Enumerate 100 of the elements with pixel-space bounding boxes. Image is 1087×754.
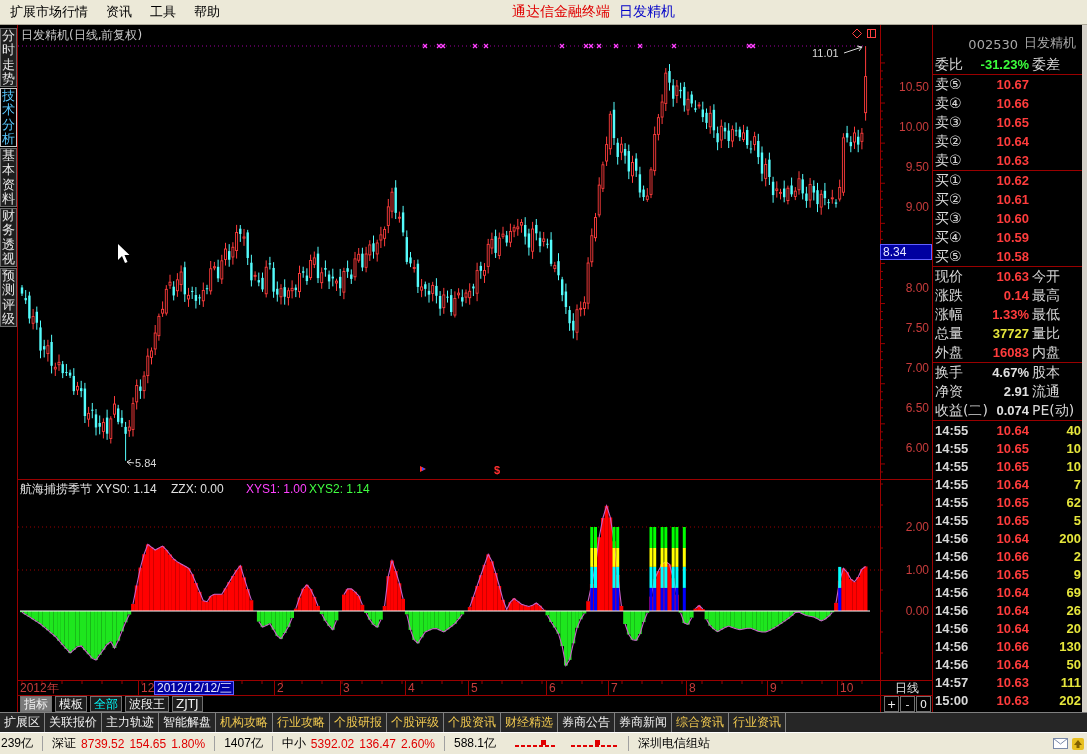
tick-time: 14:55 (935, 476, 969, 492)
negative-histogram-area (623, 611, 650, 641)
side-tab[interactable]: 预测评级 (0, 268, 17, 327)
quote-label: 收益(二) (935, 401, 988, 420)
tick-volume: 40 (1066, 422, 1082, 438)
tick-volume: 50 (1066, 656, 1082, 672)
tick-volume: 10 (1066, 458, 1082, 474)
quote-value: -31.23% (980, 57, 1029, 72)
cursor-date-label: 2012/12/12/三 (154, 681, 234, 695)
tick-price: 10.65 (996, 458, 1029, 474)
quote-value: 10.66 (996, 96, 1029, 111)
quote-value: 10.61 (996, 192, 1029, 207)
quote-label: 量比 (1032, 324, 1060, 343)
price-axis-label: 7.50 (905, 320, 929, 335)
quote-label: 买⑤ (935, 247, 962, 266)
side-tab[interactable]: 技术分析 (0, 88, 17, 147)
indicator-axis-label: 1.00 (905, 563, 929, 577)
menu-item[interactable]: 扩展市场行情 (10, 3, 88, 21)
app-title: 通达信金融终端 (512, 3, 610, 21)
tick-time: 14:55 (935, 494, 969, 510)
quote-label: 总量 (935, 324, 963, 343)
tick-volume: 9 (1073, 566, 1082, 582)
tick-price: 10.63 (996, 692, 1029, 708)
quote-label: 买② (935, 190, 962, 209)
quote-label: PE(动) (1032, 401, 1075, 420)
quote-value: 10.62 (996, 173, 1029, 188)
tick-time: 14:56 (935, 584, 969, 600)
menu-item[interactable]: 帮助 (194, 3, 220, 21)
quote-value: 10.58 (996, 249, 1029, 264)
stock-name: 日发精机 (1024, 34, 1076, 52)
zoom-button[interactable]: 0 (916, 696, 931, 712)
tick-price: 10.65 (996, 512, 1029, 528)
window-icon (867, 29, 876, 38)
quote-label: 现价 (935, 267, 963, 286)
menu-item[interactable]: 资讯 (106, 3, 132, 21)
quote-label: 最低 (1032, 305, 1060, 324)
tick-price: 10.66 (996, 548, 1029, 564)
tick-time: 14:56 (935, 566, 969, 582)
indicator-tab[interactable]: 波段王 (125, 696, 169, 712)
quote-label: 涨跌 (935, 286, 963, 305)
index-percent: 1.80% (171, 736, 206, 751)
quote-label: 内盘 (1032, 343, 1060, 362)
price-axis-label: 6.00 (905, 440, 929, 455)
quote-value: 2.91 (1003, 384, 1029, 399)
index-value: 5392.02 (310, 736, 355, 751)
legend-item: XYS0: 1.14 (96, 482, 157, 496)
quote-label: 买③ (935, 209, 962, 228)
negative-histogram-area (364, 611, 383, 628)
mail-icon[interactable] (1053, 738, 1068, 749)
period-label: 日线 (880, 680, 932, 695)
quote-label: 卖② (935, 132, 962, 151)
tick-price: 10.64 (996, 602, 1029, 618)
positive-histogram-area (382, 558, 405, 611)
tick-volume: 2 (1073, 548, 1082, 564)
triangle-marker-icon (420, 466, 426, 472)
index-name: 深证 (52, 735, 77, 752)
tick-time: 14:55 (935, 440, 969, 456)
leader-arrow (126, 459, 135, 466)
positive-histogram-area (342, 588, 365, 611)
side-tab[interactable]: 分时走势 (0, 28, 17, 87)
quote-value: 10.59 (996, 230, 1029, 245)
quote-value: 1.33% (992, 307, 1029, 322)
tick-price: 10.64 (996, 476, 1029, 492)
zoom-button[interactable]: + (884, 696, 899, 712)
tick-time: 14:55 (935, 512, 969, 528)
zoom-button[interactable]: - (900, 696, 915, 712)
cross-marker-icon (422, 43, 428, 49)
index-value: 8739.52 (81, 736, 125, 751)
price-axis-label: 9.50 (905, 160, 929, 175)
menu-item[interactable]: 工具 (150, 3, 176, 21)
date-axis-label: 8 (689, 681, 696, 695)
signal-symbol: $ (494, 464, 501, 476)
quote-value: 10.64 (996, 134, 1029, 149)
date-axis-label: 12 (141, 681, 155, 695)
indicator-tab[interactable]: ZJTJ (172, 696, 203, 712)
indicator-tab[interactable]: 模板 (55, 696, 87, 712)
tick-volume: 200 (1059, 530, 1082, 546)
indicator-tab[interactable]: 全部 (90, 696, 122, 712)
price-axis-label: 8.00 (905, 280, 929, 295)
indicator-tab[interactable]: 指标 (20, 696, 52, 712)
tick-time: 14:56 (935, 602, 969, 618)
date-axis-label: 3 (343, 681, 350, 695)
quote-label: 买① (935, 171, 962, 190)
positive-histogram-area (834, 565, 868, 611)
negative-histogram-area (404, 611, 465, 645)
date-axis-label: 2012年 (20, 681, 59, 695)
positive-histogram-area (293, 584, 320, 611)
cross-marker-icon (596, 43, 602, 49)
date-axis-label: 9 (770, 681, 777, 695)
index-change: 154.65 (129, 736, 167, 751)
side-tab[interactable]: 基本资料 (0, 148, 17, 207)
legend-item: ZZX: 0.00 (171, 482, 224, 496)
quote-label: 卖④ (935, 94, 962, 113)
tick-price: 10.64 (996, 422, 1029, 438)
price-axis-label: 7.00 (905, 360, 929, 375)
tick-volume: 20 (1066, 620, 1082, 636)
diamond-icon (852, 28, 862, 39)
dashed-bar-icon (515, 738, 619, 749)
side-tab[interactable]: 财务透视 (0, 208, 17, 267)
up-arrow-icon[interactable] (1072, 737, 1084, 750)
